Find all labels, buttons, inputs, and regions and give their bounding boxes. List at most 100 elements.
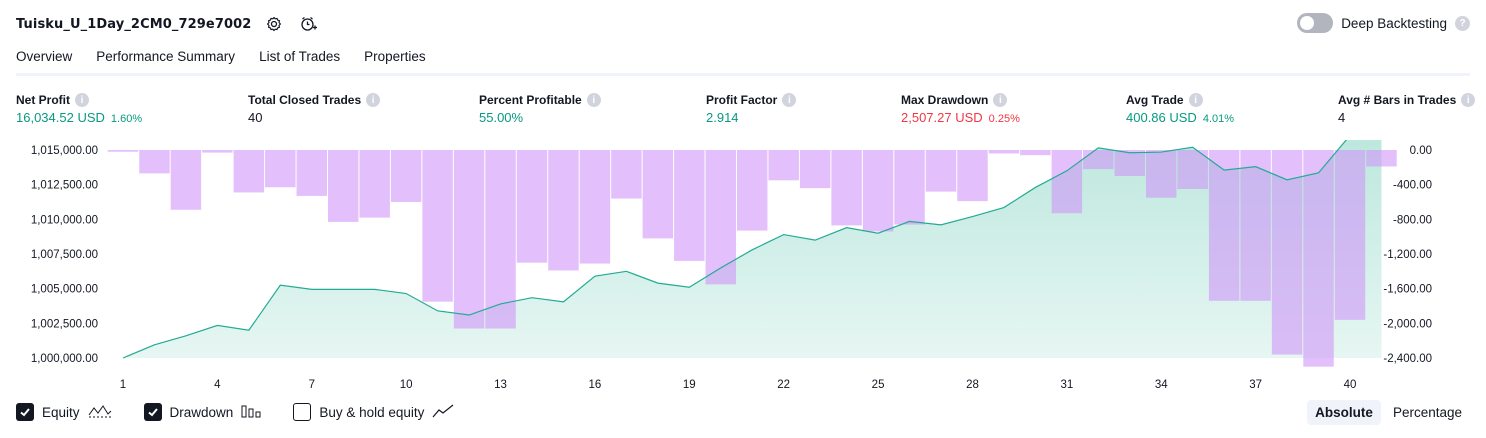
- tabs-divider: [16, 73, 1470, 76]
- tab-list-of-trades[interactable]: List of Trades: [259, 44, 340, 76]
- strategy-header: Tuisku_U_1Day_2CM0_729e7002: [16, 12, 319, 36]
- x-axis-tick: 1: [120, 379, 126, 391]
- left-axis-tick: 1,005,000.00: [31, 284, 98, 296]
- line-chart-icon: [432, 404, 454, 421]
- checkbox-box: [16, 403, 34, 421]
- metric-avg-trade: Avg Trade i 400.86 USD 4.01%: [1126, 93, 1234, 125]
- equity-line-icon: [88, 404, 112, 421]
- metric-avg-bars: Avg # Bars in Trades i 4: [1338, 93, 1476, 125]
- drawdown-bar: [296, 150, 327, 196]
- metric-percent: 0.25%: [988, 113, 1020, 125]
- x-axis-tick: 25: [872, 379, 885, 391]
- drawdown-bar: [705, 150, 736, 285]
- x-axis-tick: 37: [1249, 379, 1262, 391]
- drawdown-bar: [768, 150, 799, 181]
- drawdown-bar: [988, 150, 1020, 154]
- drawdown-bar: [831, 150, 862, 226]
- drawdown-bar: [1020, 150, 1051, 156]
- x-axis-tick: 16: [589, 379, 602, 391]
- gear-icon[interactable]: [263, 13, 285, 35]
- equity-chart[interactable]: 1,015,000.00 1,012,500.00 1,010,000.00 1,00…: [0, 134, 1486, 400]
- info-icon[interactable]: i: [75, 93, 89, 107]
- report-tabs: Overview Performance Summary List of Tra…: [16, 44, 426, 76]
- right-axis-tick: 0.00: [1410, 145, 1432, 157]
- drawdown-bar: [328, 150, 359, 222]
- metric-value: 55.00%: [479, 110, 524, 125]
- metric-label: Avg # Bars in Trades: [1338, 93, 1457, 107]
- tab-overview[interactable]: Overview: [16, 44, 73, 76]
- x-axis-tick: 13: [494, 379, 507, 391]
- drawdown-bar: [139, 150, 170, 174]
- info-icon[interactable]: i: [366, 93, 381, 107]
- drawdown-bar: [390, 150, 422, 202]
- x-axis-tick: 4: [214, 379, 221, 391]
- drawdown-bar: [548, 150, 579, 271]
- drawdown-bar: [894, 150, 925, 225]
- info-icon[interactable]: i: [586, 93, 601, 107]
- metric-percent: 4.01%: [1202, 113, 1235, 125]
- drawdown-bar: [516, 150, 548, 263]
- left-axis-tick: 1,002,500.00: [31, 318, 98, 330]
- right-axis-tick: -400.00: [1393, 180, 1432, 192]
- checkbox-box: [143, 403, 162, 421]
- drawdown-bar: [1083, 150, 1114, 170]
- drawdown-checkbox[interactable]: Drawdown: [143, 403, 262, 421]
- drawdown-bar: [925, 150, 957, 192]
- metric-max-drawdown: Max Drawdown i 2,507.27 USD 0.25%: [901, 93, 1020, 125]
- metric-total-closed-trades: Total Closed Trades i 40: [248, 93, 381, 125]
- right-axis-tick: -2,400.00: [1383, 353, 1432, 365]
- x-axis-tick: 34: [1155, 379, 1168, 391]
- x-axis-tick: 31: [1060, 379, 1073, 391]
- percentage-button[interactable]: Percentage: [1385, 400, 1470, 425]
- info-icon[interactable]: i: [1461, 93, 1476, 107]
- metric-value: 400.86 USD: [1126, 110, 1197, 125]
- info-icon[interactable]: i: [993, 93, 1008, 107]
- tab-properties[interactable]: Properties: [364, 44, 426, 76]
- metric-label: Avg Trade: [1126, 93, 1184, 107]
- checkbox-box: [293, 403, 312, 421]
- buyhold-checkbox[interactable]: Buy & hold equity: [293, 403, 454, 421]
- metric-value: 2.914: [706, 110, 739, 125]
- equity-chart-svg: 1,015,000.00 1,012,500.00 1,010,000.00 1,00…: [31, 134, 1432, 391]
- drawdown-bar: [611, 150, 642, 199]
- drawdown-bar: [1146, 150, 1177, 198]
- drawdown-bar: [1208, 150, 1240, 301]
- equity-checkbox[interactable]: Equity: [16, 403, 112, 421]
- drawdown-bar: [1366, 150, 1397, 167]
- info-icon[interactable]: i: [782, 93, 797, 107]
- right-axis-tick: -1,600.00: [1383, 284, 1432, 296]
- add-alert-icon[interactable]: [297, 13, 319, 35]
- drawdown-bar: [862, 150, 894, 232]
- drawdown-bar: [359, 150, 390, 218]
- drawdown-bar: [453, 150, 485, 329]
- buyhold-label: Buy & hold equity: [319, 404, 425, 420]
- help-icon[interactable]: ?: [1455, 15, 1470, 31]
- left-axis-tick: 1,015,000.00: [31, 145, 98, 157]
- x-axis-tick: 22: [777, 379, 790, 391]
- right-axis-tick: -2,000.00: [1383, 318, 1432, 330]
- right-axis-tick: -800.00: [1393, 214, 1432, 226]
- deep-backtesting: Deep Backtesting ?: [1297, 13, 1470, 33]
- x-axis-tick: 10: [400, 379, 413, 391]
- drawdown-bar: [422, 150, 453, 302]
- toggle-knob: [1300, 16, 1315, 30]
- deep-backtesting-toggle[interactable]: [1297, 13, 1334, 33]
- right-axis-tick: -1,200.00: [1383, 249, 1432, 261]
- metric-value: 4: [1338, 110, 1346, 125]
- metric-value: 2,507.27 USD: [901, 110, 983, 125]
- drawdown-bar: [642, 150, 674, 239]
- metric-label: Total Closed Trades: [248, 93, 362, 107]
- drawdown-bar: [265, 150, 296, 188]
- left-axis-tick: 1,007,500.00: [31, 249, 98, 261]
- info-icon[interactable]: i: [1188, 93, 1203, 107]
- drawdown-bar: [1334, 150, 1366, 320]
- drawdown-bar: [1303, 150, 1334, 367]
- metric-net-profit: Net Profit i 16,034.52 USD 1.60%: [16, 93, 142, 125]
- metric-label: Profit Factor: [706, 93, 778, 107]
- absolute-button[interactable]: Absolute: [1307, 400, 1381, 425]
- metric-profit-factor: Profit Factor i 2.914: [706, 93, 797, 125]
- tab-performance-summary[interactable]: Performance Summary: [96, 44, 235, 76]
- drawdown-label: Drawdown: [169, 404, 234, 420]
- drawdown-bar: [1177, 150, 1208, 189]
- metric-percent-profitable: Percent Profitable i 55.00%: [479, 93, 601, 125]
